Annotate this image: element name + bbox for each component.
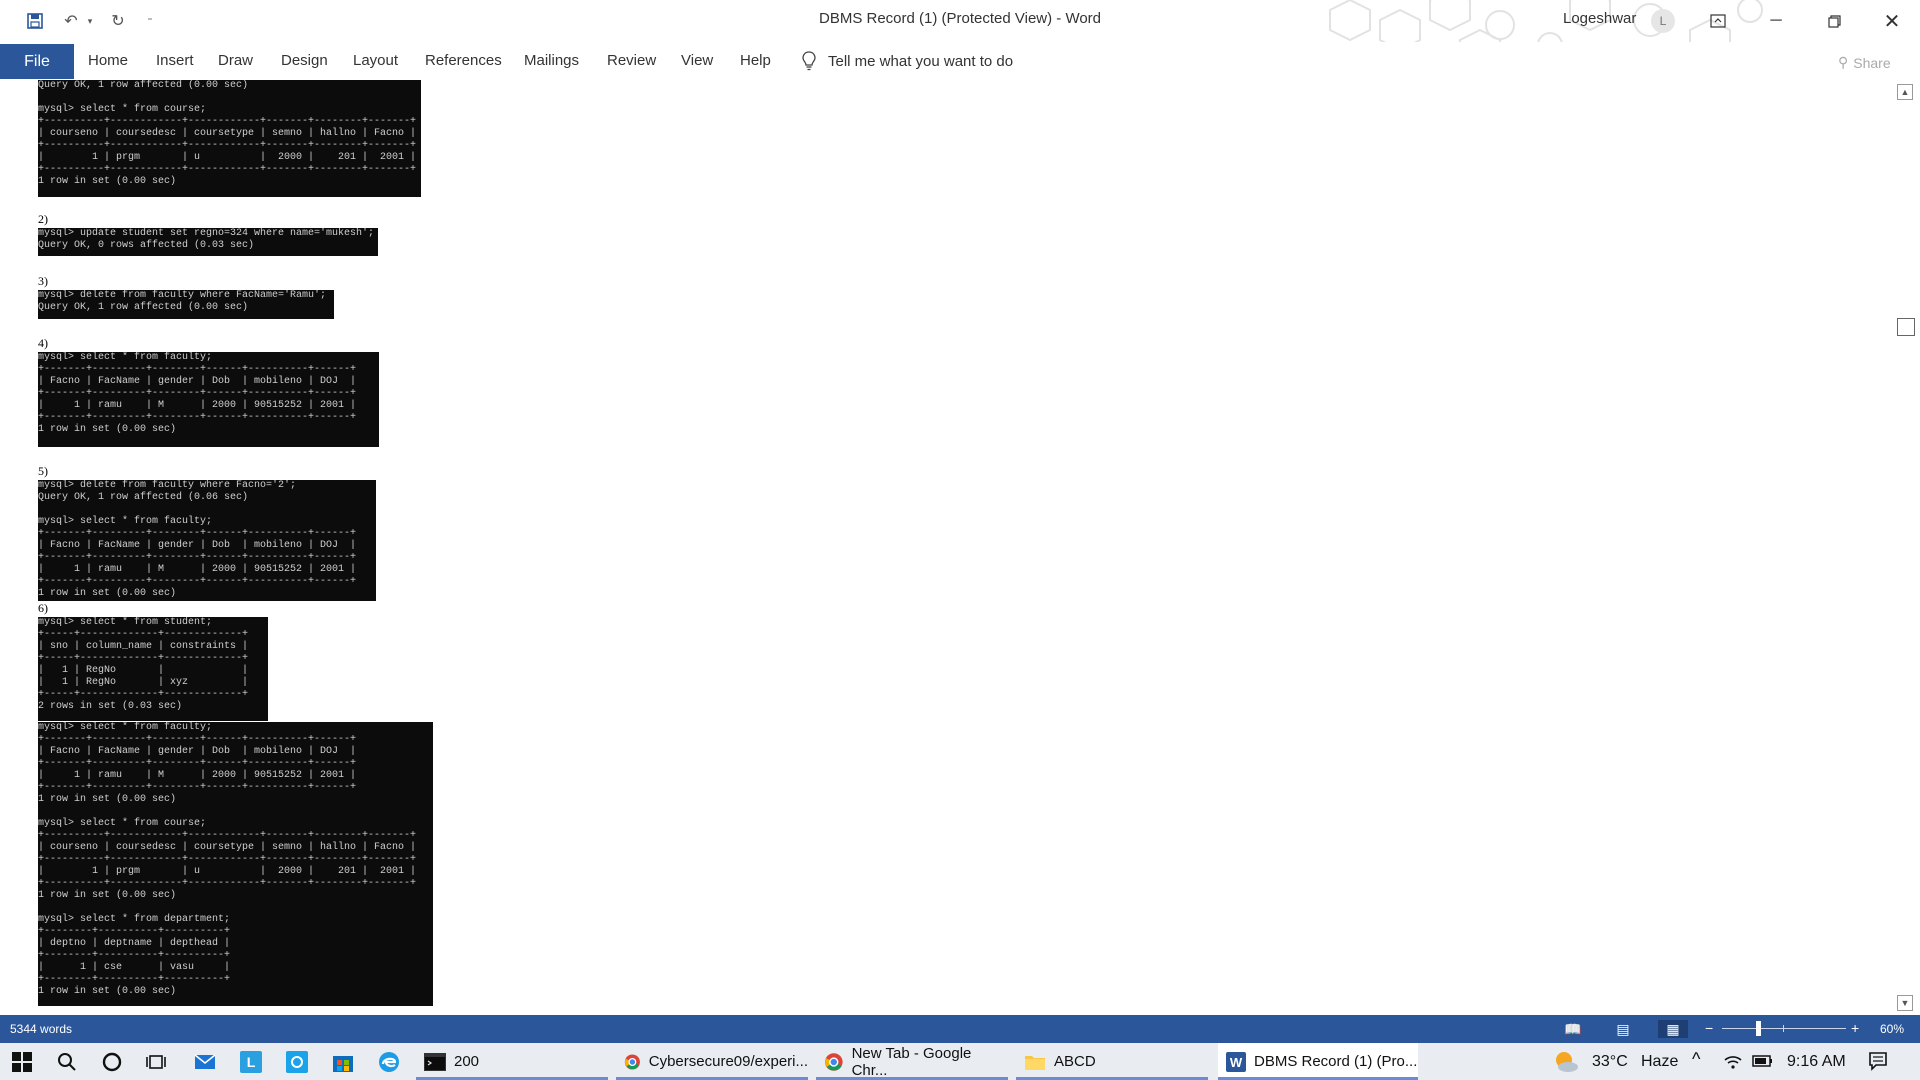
wifi-icon[interactable]	[1723, 1052, 1743, 1075]
word-count[interactable]: 5344 words	[10, 1022, 72, 1036]
web-layout-icon[interactable]: ▦	[1658, 1020, 1688, 1038]
item-number: 5)	[38, 464, 48, 478]
clock-time[interactable]: 9:16 AM	[1787, 1053, 1846, 1071]
windows-start-icon[interactable]	[9, 1049, 35, 1075]
show-hidden-icons-icon[interactable]: ^	[1692, 1049, 1700, 1070]
item-number: 2)	[38, 212, 48, 226]
scrollbar-thumb[interactable]	[1897, 318, 1915, 336]
zoom-slider-track[interactable]	[1722, 1028, 1846, 1029]
terminal-screenshot: mysql> update student set regno=324 wher…	[38, 228, 378, 256]
taskbar-app-label: New Tab - Google Chr...	[851, 1044, 972, 1079]
taskbar-app-chrome-2[interactable]: New Tab - Google Chr...	[816, 1043, 1008, 1080]
status-bar: 5344 words 📖 ▤ ▦ − + 60%	[0, 1015, 1920, 1043]
user-name[interactable]: Logeshwar	[1563, 10, 1636, 27]
terminal-screenshot: mysql> select * from faculty; +-------+-…	[38, 722, 433, 1006]
task-view-icon[interactable]	[143, 1049, 169, 1075]
taskbar-app-terminal[interactable]: 200	[416, 1043, 608, 1080]
tab-mailings[interactable]: Mailings	[524, 52, 579, 69]
item-number: 4)	[38, 336, 48, 350]
share-button[interactable]: ⚲ Share	[1838, 54, 1891, 71]
vertical-scrollbar[interactable]: ▲ ▼	[1890, 80, 1920, 1015]
store-icon[interactable]	[330, 1049, 356, 1075]
tab-layout[interactable]: Layout	[353, 52, 398, 69]
tab-references[interactable]: References	[425, 52, 502, 69]
share-label: Share	[1853, 54, 1891, 71]
weather-temperature[interactable]: 33°C	[1592, 1053, 1628, 1071]
zoom-in-icon[interactable]: +	[1851, 1020, 1859, 1036]
lightbulb-icon	[802, 51, 816, 71]
weather-icon[interactable]	[1553, 1050, 1579, 1079]
title-bar: ↶ ▾ ↻ ⁼ DBMS Record (1) (Protected View)…	[0, 0, 1920, 72]
tell-me-label: Tell me what you want to do	[828, 52, 1014, 70]
tab-insert[interactable]: Insert	[156, 52, 194, 69]
tab-draw[interactable]: Draw	[218, 52, 253, 69]
taskbar: L 200 Cybersecure09/experi... New Tab - …	[0, 1043, 1920, 1080]
terminal-screenshot: mysql> select * from student; +-----+---…	[38, 617, 268, 721]
mail-icon[interactable]	[192, 1049, 218, 1075]
restore-icon[interactable]	[1816, 6, 1852, 36]
word-icon: W	[1226, 1051, 1246, 1072]
item-number: 6)	[38, 601, 48, 615]
tab-home[interactable]: Home	[88, 52, 128, 69]
zoom-out-icon[interactable]: −	[1705, 1020, 1713, 1036]
cortana-icon[interactable]	[99, 1049, 125, 1075]
taskbar-app-label: DBMS Record (1) (Pro...	[1254, 1053, 1418, 1070]
tab-file[interactable]: File	[0, 44, 74, 79]
scroll-up-icon[interactable]: ▲	[1897, 84, 1913, 100]
edge-icon[interactable]	[376, 1049, 402, 1075]
taskbar-app-explorer[interactable]: ABCD	[1016, 1043, 1208, 1080]
ribbon-tabs: File Home Insert Draw Design Layout Refe…	[0, 42, 1920, 80]
zoom-slider-knob[interactable]	[1756, 1021, 1761, 1036]
camera-app-icon[interactable]	[284, 1049, 310, 1075]
tab-help[interactable]: Help	[740, 52, 771, 69]
terminal-screenshot: mysql> delete from faculty where FacName…	[38, 290, 334, 319]
item-number: 3)	[38, 274, 48, 288]
taskbar-app-label: 200	[454, 1053, 480, 1070]
svg-text:W: W	[1230, 1055, 1243, 1070]
weather-description[interactable]: Haze	[1641, 1053, 1678, 1071]
terminal-screenshot: mysql> insert into course values(1,'prgm…	[38, 80, 421, 197]
document-canvas[interactable]: mysql> insert into course values(1,'prgm…	[0, 80, 1890, 1015]
svg-text:L: L	[247, 1054, 256, 1070]
chrome-icon	[624, 1053, 640, 1070]
taskbar-app-word[interactable]: W DBMS Record (1) (Pro...	[1218, 1043, 1418, 1080]
tell-me-search[interactable]: Tell me what you want to do	[802, 51, 1013, 71]
ribbon-display-options-icon[interactable]	[1700, 6, 1736, 36]
taskbar-app-label: ABCD	[1054, 1053, 1096, 1070]
notifications-icon[interactable]	[1868, 1051, 1888, 1076]
print-layout-icon[interactable]: ▤	[1608, 1020, 1638, 1038]
folder-icon	[1025, 1055, 1045, 1070]
terminal-screenshot: mysql> select * from faculty; +-------+-…	[38, 352, 379, 447]
taskbar-app-chrome-1[interactable]: Cybersecure09/experi...	[616, 1043, 808, 1080]
person-icon: ⚲	[1838, 54, 1849, 70]
zoom-level[interactable]: 60%	[1880, 1022, 1904, 1036]
terminal-icon	[424, 1052, 446, 1071]
tab-review[interactable]: Review	[607, 52, 656, 69]
close-icon[interactable]: ✕	[1874, 6, 1910, 36]
zoom-slider-center-tick	[1783, 1025, 1784, 1032]
tab-view[interactable]: View	[681, 52, 713, 69]
minimize-icon[interactable]: ─	[1758, 6, 1794, 36]
battery-icon[interactable]	[1752, 1054, 1774, 1073]
read-mode-icon[interactable]: 📖	[1558, 1020, 1588, 1038]
chrome-icon	[824, 1052, 843, 1071]
terminal-screenshot: mysql> delete from faculty where Facno='…	[38, 480, 376, 601]
search-icon[interactable]	[54, 1049, 80, 1075]
app-l-icon[interactable]: L	[238, 1049, 264, 1075]
taskbar-app-label: Cybersecure09/experi...	[648, 1053, 808, 1070]
tab-design[interactable]: Design	[281, 52, 328, 69]
scroll-down-icon[interactable]: ▼	[1897, 995, 1913, 1011]
avatar[interactable]: L	[1651, 9, 1675, 33]
